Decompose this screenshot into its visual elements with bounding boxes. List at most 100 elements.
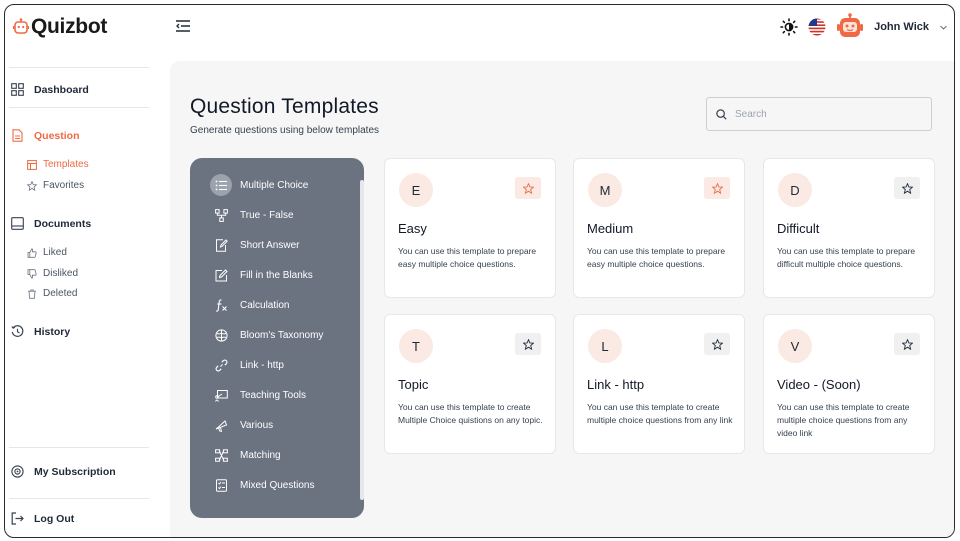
search-input[interactable] bbox=[735, 108, 915, 120]
sidebar-item-label: History bbox=[34, 325, 71, 338]
type-label: Calculation bbox=[240, 299, 290, 311]
card-title: Easy bbox=[398, 221, 427, 236]
star-icon bbox=[901, 182, 913, 194]
page-subtitle: Generate questions using below templates bbox=[190, 125, 380, 136]
calculation-icon-wrap bbox=[210, 294, 232, 316]
checklist-icon bbox=[215, 478, 227, 492]
type-teaching-tools[interactable]: Teaching Tools bbox=[190, 380, 364, 410]
type-various[interactable]: Various bbox=[190, 410, 364, 440]
template-card-medium[interactable]: M Medium You can use this template to pr… bbox=[573, 158, 745, 298]
card-description: You can use this template to prepare eas… bbox=[587, 246, 726, 269]
favorite-button[interactable] bbox=[515, 177, 541, 199]
type-multiple-choice[interactable]: Multiple Choice bbox=[190, 170, 364, 200]
sidebar-subitem-disliked[interactable]: Disliked bbox=[27, 268, 78, 279]
sidebar-item-subscription[interactable]: My Subscription bbox=[11, 465, 116, 478]
type-fill-blanks[interactable]: Fill in the Blanks bbox=[190, 260, 364, 290]
us-flag-icon[interactable] bbox=[808, 18, 826, 36]
search-box[interactable] bbox=[706, 97, 932, 131]
sidebar-subitem-favorites[interactable]: Favorites bbox=[27, 180, 84, 191]
type-matching[interactable]: Matching bbox=[190, 440, 364, 470]
mixed-icon-wrap bbox=[210, 474, 232, 496]
star-icon bbox=[711, 338, 723, 350]
type-label: True - False bbox=[240, 209, 294, 221]
sidebar-item-label: Question bbox=[34, 129, 80, 142]
favorite-button[interactable] bbox=[704, 333, 730, 355]
robot-logo-icon bbox=[13, 18, 29, 34]
favorite-button[interactable] bbox=[515, 333, 541, 355]
card-letter-avatar: D bbox=[778, 173, 812, 207]
collapse-menu-icon[interactable] bbox=[175, 19, 191, 33]
favorite-button[interactable] bbox=[894, 177, 920, 199]
favorite-button[interactable] bbox=[894, 333, 920, 355]
logo[interactable]: Quizbot bbox=[13, 15, 107, 39]
card-description: You can use this template to create mult… bbox=[587, 402, 733, 425]
sidebar-subitem-liked[interactable]: Liked bbox=[27, 247, 67, 258]
avatar[interactable] bbox=[836, 13, 864, 41]
documents-icon bbox=[11, 217, 24, 230]
sidebar-divider bbox=[9, 498, 149, 499]
sidebar: Dashboard Question Templates Favorites D… bbox=[5, 63, 165, 537]
template-card-topic[interactable]: T Topic You can use this template to cre… bbox=[384, 314, 556, 454]
chevron-down-icon[interactable] bbox=[939, 23, 948, 32]
branch-icon bbox=[214, 208, 228, 222]
link-icon-wrap bbox=[210, 354, 232, 376]
card-title: Video - (Soon) bbox=[777, 377, 861, 392]
type-short-answer[interactable]: Short Answer bbox=[190, 230, 364, 260]
pencil-square-icon bbox=[215, 268, 228, 281]
sidebar-divider bbox=[9, 447, 149, 448]
type-mixed-questions[interactable]: Mixed Questions bbox=[190, 470, 364, 500]
true-false-icon-wrap bbox=[210, 204, 232, 226]
link-icon bbox=[215, 359, 227, 371]
brain-icon bbox=[214, 328, 228, 342]
sidebar-item-label: Dashboard bbox=[34, 83, 89, 96]
question-type-menu: Multiple Choice True - False Short Answe… bbox=[190, 158, 364, 518]
sidebar-item-question[interactable]: Question bbox=[11, 129, 80, 142]
template-card-easy[interactable]: E Easy You can use this template to prep… bbox=[384, 158, 556, 298]
type-link-http[interactable]: Link - http bbox=[190, 350, 364, 380]
sidebar-item-documents[interactable]: Documents bbox=[11, 217, 91, 230]
card-letter-avatar: M bbox=[588, 173, 622, 207]
trash-icon bbox=[28, 289, 36, 299]
search-icon bbox=[716, 108, 727, 120]
template-card-link[interactable]: L Link - http You can use this template … bbox=[573, 314, 745, 454]
sidebar-item-history[interactable]: History bbox=[11, 325, 70, 338]
type-blooms-taxonomy[interactable]: Bloom's Taxonomy bbox=[190, 320, 364, 350]
sidebar-subitem-deleted[interactable]: Deleted bbox=[27, 288, 77, 299]
logout-icon bbox=[11, 512, 24, 525]
sidebar-item-label: Log Out bbox=[34, 512, 75, 525]
template-card-difficult[interactable]: D Difficult You can use this template to… bbox=[763, 158, 935, 298]
type-label: Link - http bbox=[240, 359, 284, 371]
card-title: Medium bbox=[587, 221, 634, 236]
presentation-board-icon bbox=[214, 389, 228, 402]
sidebar-item-label: My Subscription bbox=[34, 465, 116, 478]
theme-toggle-icon[interactable] bbox=[780, 18, 798, 36]
type-true-false[interactable]: True - False bbox=[190, 200, 364, 230]
type-label: Various bbox=[240, 419, 274, 431]
sidebar-subitem-label: Templates bbox=[43, 159, 89, 170]
user-name[interactable]: John Wick bbox=[874, 21, 929, 33]
favorite-button[interactable] bbox=[704, 177, 730, 199]
page-title: Question Templates bbox=[190, 95, 379, 118]
templates-icon bbox=[27, 159, 37, 170]
sidebar-subitem-templates[interactable]: Templates bbox=[27, 159, 89, 170]
type-calculation[interactable]: Calculation bbox=[190, 290, 364, 320]
card-title: Link - http bbox=[587, 377, 645, 392]
megaphone-icon bbox=[215, 419, 227, 432]
thumbs-up-icon bbox=[27, 247, 37, 258]
history-clock-icon bbox=[11, 325, 24, 337]
template-card-video[interactable]: V Video - (Soon) You can use this templa… bbox=[763, 314, 935, 454]
card-description: You can use this template to prepare dif… bbox=[777, 246, 916, 269]
card-description: You can use this template to prepare eas… bbox=[398, 246, 537, 269]
blooms-icon-wrap bbox=[210, 324, 232, 346]
card-letter-avatar: L bbox=[588, 329, 622, 363]
sidebar-subitem-label: Disliked bbox=[43, 268, 79, 279]
short-answer-icon-wrap bbox=[210, 234, 232, 256]
dashboard-grid-icon bbox=[11, 83, 24, 96]
document-question-icon bbox=[12, 129, 23, 142]
sidebar-item-dashboard[interactable]: Dashboard bbox=[11, 83, 89, 96]
type-label: Fill in the Blanks bbox=[240, 269, 313, 281]
various-icon-wrap bbox=[210, 414, 232, 436]
card-title: Difficult bbox=[777, 221, 820, 236]
type-label: Matching bbox=[240, 449, 281, 461]
sidebar-item-logout[interactable]: Log Out bbox=[11, 512, 74, 525]
